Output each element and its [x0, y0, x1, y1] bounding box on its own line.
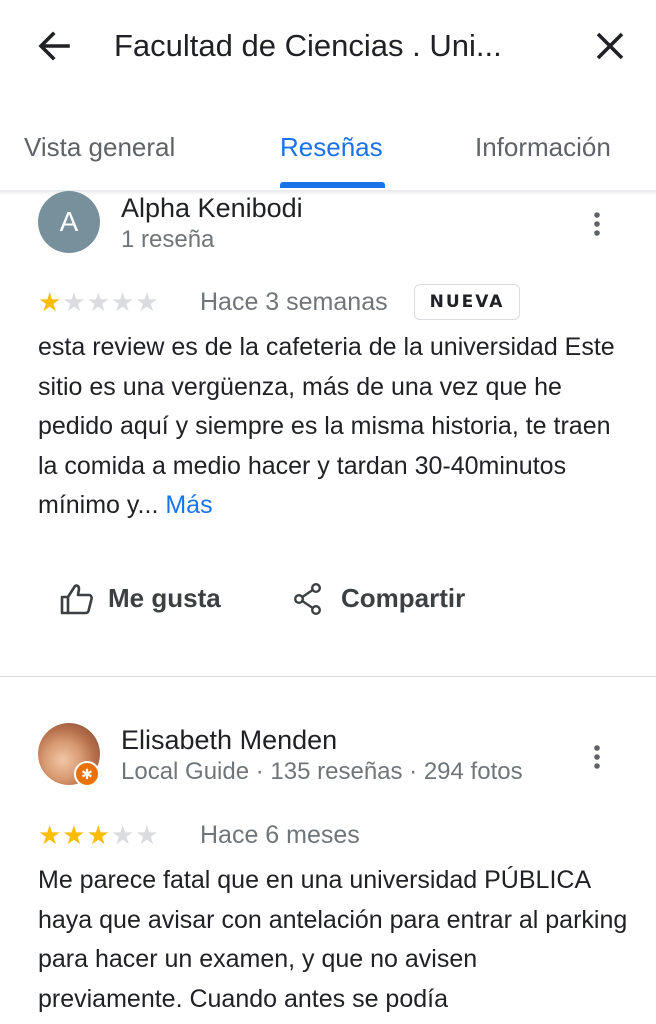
rating-stars: ★★★★★ — [38, 821, 160, 849]
review-date: Hace 3 semanas — [200, 288, 388, 316]
review-author[interactable]: Elisabeth Menden — [121, 723, 337, 757]
tab-reviews[interactable]: Reseñas — [280, 130, 383, 164]
page-title: Facultad de Ciencias . Uni... — [114, 28, 502, 63]
review-author-meta: 1 reseña — [121, 226, 215, 253]
back-button[interactable] — [34, 26, 74, 66]
tab-bar-shadow — [0, 190, 656, 196]
review-date: Hace 6 meses — [200, 821, 360, 849]
review-more-options-button[interactable] — [584, 740, 610, 774]
tab-bar: Vista general Reseñas Información — [0, 112, 656, 191]
review-text-body: esta review es de la cafeteria de la uni… — [38, 333, 615, 519]
review-text: Me parece fatal que en una universidad P… — [38, 866, 628, 1013]
more-vert-icon — [594, 745, 600, 769]
more-vert-icon — [594, 212, 600, 236]
rating-stars: ★★★★★ — [38, 288, 160, 316]
active-tab-indicator — [280, 182, 385, 188]
star-icon: ★★ — [110, 820, 160, 850]
review-divider — [0, 676, 656, 677]
share-icon — [294, 583, 322, 615]
new-badge: NUEVA — [414, 284, 520, 320]
tab-overview[interactable]: Vista general — [24, 130, 175, 164]
star-icon: ★ — [38, 287, 63, 317]
tab-information[interactable]: Información — [475, 130, 611, 164]
close-button[interactable] — [590, 26, 630, 66]
review-author-meta: Local Guide · 135 reseñas · 294 fotos — [121, 758, 523, 785]
thumb-up-icon — [60, 584, 93, 615]
top-bar: Facultad de Ciencias . Uni... — [0, 0, 656, 92]
review-author[interactable]: Alpha Kenibodi — [121, 191, 303, 225]
review-text: esta review es de la cafeteria de la uni… — [38, 328, 628, 526]
star-icon: ★★★ — [38, 820, 111, 850]
like-label: Me gusta — [108, 583, 221, 613]
read-more-link[interactable]: Más — [165, 491, 212, 519]
arrow-back-icon — [38, 31, 70, 61]
share-label: Compartir — [341, 583, 466, 613]
review-more-options-button[interactable] — [584, 207, 610, 241]
close-icon — [596, 32, 624, 60]
local-guide-badge-icon: ✱ — [74, 761, 100, 787]
star-icon: ★★★★ — [62, 287, 160, 317]
avatar[interactable]: A — [38, 191, 100, 253]
